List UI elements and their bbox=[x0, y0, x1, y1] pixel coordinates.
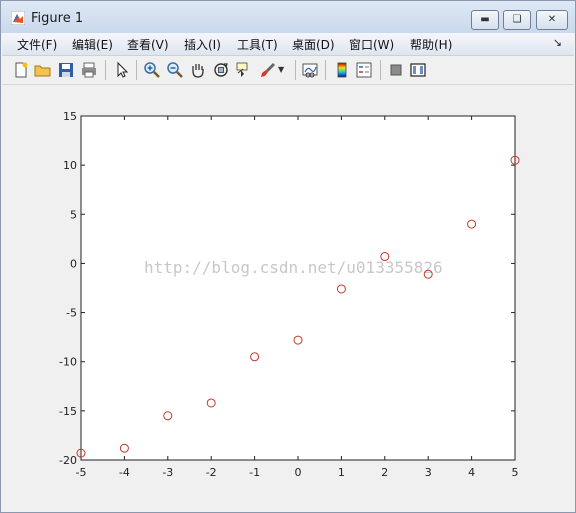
x-tick-label: -2 bbox=[206, 466, 217, 479]
x-tick-label: -3 bbox=[162, 466, 173, 479]
x-tick-label: 0 bbox=[295, 466, 302, 479]
y-tick-label: -20 bbox=[59, 454, 77, 467]
y-tick-label: 15 bbox=[63, 110, 77, 123]
figure-canvas: 151050-5-10-15-20 -5 -4 -3 -2 -1 0 1 2 3 4 5 http:… bbox=[2, 85, 574, 511]
y-tick-label: 5 bbox=[70, 208, 77, 221]
watermark: http://blog.csdn.net/u013355826 bbox=[144, 258, 443, 277]
x-tick-label: -5 bbox=[76, 466, 87, 479]
y-tick-label: 0 bbox=[70, 257, 77, 270]
figure-window: Figure 1 ▬ ❑ ✕ 文件(F) 编辑(E) 查看(V) 插入(I) 工… bbox=[0, 0, 576, 513]
y-tick-label: 10 bbox=[63, 159, 77, 172]
x-tick-label: -4 bbox=[119, 466, 130, 479]
x-tick-label: 5 bbox=[512, 466, 519, 479]
x-tick-label: 3 bbox=[425, 466, 432, 479]
plot-area[interactable] bbox=[80, 115, 516, 461]
y-tick-label: -5 bbox=[66, 307, 77, 320]
x-tick-label: 2 bbox=[381, 466, 388, 479]
x-tick-label: -1 bbox=[249, 466, 260, 479]
x-tick-label: 1 bbox=[338, 466, 345, 479]
y-tick-label: -10 bbox=[59, 356, 77, 369]
y-tick-label: -15 bbox=[59, 405, 77, 418]
x-tick-label: 4 bbox=[468, 466, 475, 479]
